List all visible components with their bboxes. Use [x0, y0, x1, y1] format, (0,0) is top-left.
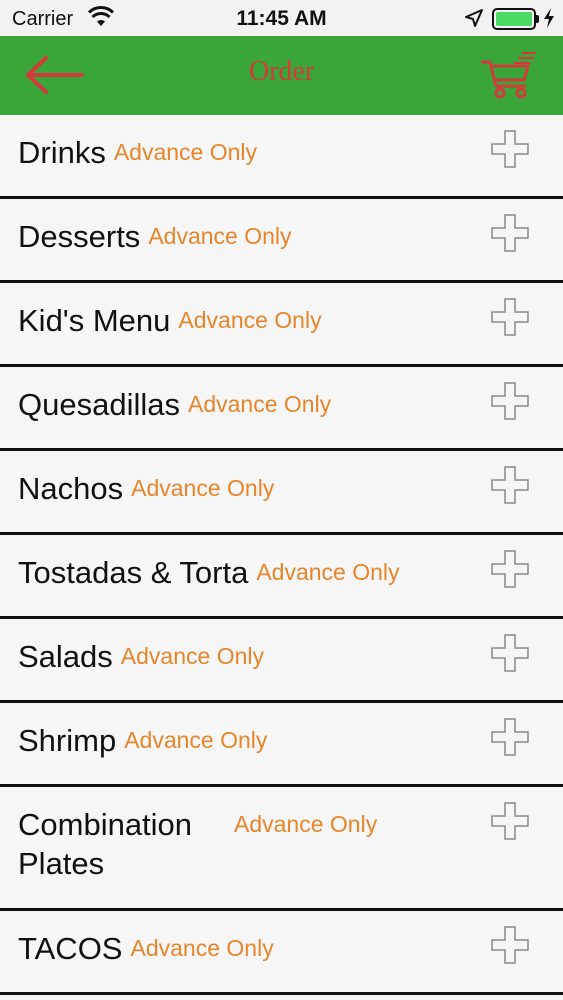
advance-only-tag: Advance Only	[234, 811, 378, 837]
category-name: Nachos	[18, 471, 124, 506]
category-row-nachos[interactable]: Nachos Advance Only	[0, 451, 563, 535]
category-name: Drinks	[18, 135, 106, 170]
advance-only-tag: Advance Only	[256, 559, 400, 585]
shopping-cart-icon[interactable]	[478, 50, 538, 100]
category-name: Quesadillas	[18, 387, 180, 422]
plus-icon[interactable]	[490, 633, 530, 673]
plus-icon[interactable]	[490, 213, 530, 253]
category-row-desserts[interactable]: Desserts Advance Only	[0, 199, 563, 283]
battery-level	[496, 12, 532, 26]
plus-icon[interactable]	[490, 717, 530, 757]
category-name: Shrimp	[18, 723, 117, 758]
category-row-salads[interactable]: Salads Advance Only	[0, 619, 563, 703]
category-row-drinks[interactable]: Drinks Advance Only	[0, 115, 563, 199]
category-row-kids-menu[interactable]: Kid's Menu Advance Only	[0, 283, 563, 367]
location-arrow-icon	[465, 9, 483, 27]
category-name: Desserts	[18, 219, 141, 254]
category-label: Drinks Advance Only	[18, 133, 257, 172]
category-row-quesadillas[interactable]: Quesadillas Advance Only	[0, 367, 563, 451]
plus-icon[interactable]	[490, 801, 530, 841]
plus-icon[interactable]	[490, 549, 530, 589]
category-row-tostadas-torta[interactable]: Tostadas & Torta Advance Only	[0, 535, 563, 619]
advance-only-tag: Advance Only	[187, 391, 332, 417]
category-name: Tostadas & Torta	[18, 555, 249, 590]
category-label: Quesadillas Advance Only	[18, 385, 331, 424]
category-label: Desserts Advance Only	[18, 217, 292, 256]
charging-bolt-icon	[544, 8, 554, 28]
advance-only-tag: Advance Only	[113, 139, 258, 165]
advance-only-tag: Advance Only	[178, 307, 322, 333]
advance-only-tag: Advance Only	[131, 475, 275, 501]
category-list: Drinks Advance Only Desserts Advance Only …	[0, 115, 563, 995]
battery-icon	[492, 8, 540, 30]
category-label: TACOS Advance Only	[18, 929, 274, 968]
plus-icon[interactable]	[490, 925, 530, 965]
category-label: Shrimp Advance Only	[18, 721, 267, 760]
nav-bar: Order	[0, 36, 563, 115]
plus-icon[interactable]	[490, 129, 530, 169]
advance-only-tag: Advance Only	[148, 223, 292, 249]
category-label: Kid's Menu Advance Only	[18, 301, 322, 340]
category-row-shrimp[interactable]: Shrimp Advance Only	[0, 703, 563, 787]
category-label: Salads Advance Only	[18, 637, 264, 676]
category-name: TACOS	[18, 931, 123, 966]
plus-icon[interactable]	[490, 297, 530, 337]
status-bar: Carrier 11:45 AM	[0, 0, 563, 36]
category-label: Tostadas & Torta Advance Only	[18, 553, 400, 592]
category-name: Salads	[18, 639, 113, 674]
category-name: Kid's Menu	[18, 303, 171, 338]
category-row-tacos[interactable]: TACOS Advance Only	[0, 911, 563, 995]
plus-icon[interactable]	[490, 465, 530, 505]
advance-only-tag: Advance Only	[124, 727, 268, 753]
advance-only-tag: Advance Only	[130, 935, 274, 961]
category-label: Combination Plates Advance Only	[18, 805, 438, 883]
advance-only-tag: Advance Only	[120, 643, 264, 669]
plus-icon[interactable]	[490, 381, 530, 421]
category-name: Combination Plates	[18, 807, 193, 881]
category-label: Nachos Advance Only	[18, 469, 274, 508]
category-row-combination-plates[interactable]: Combination Plates Advance Only	[0, 787, 563, 911]
